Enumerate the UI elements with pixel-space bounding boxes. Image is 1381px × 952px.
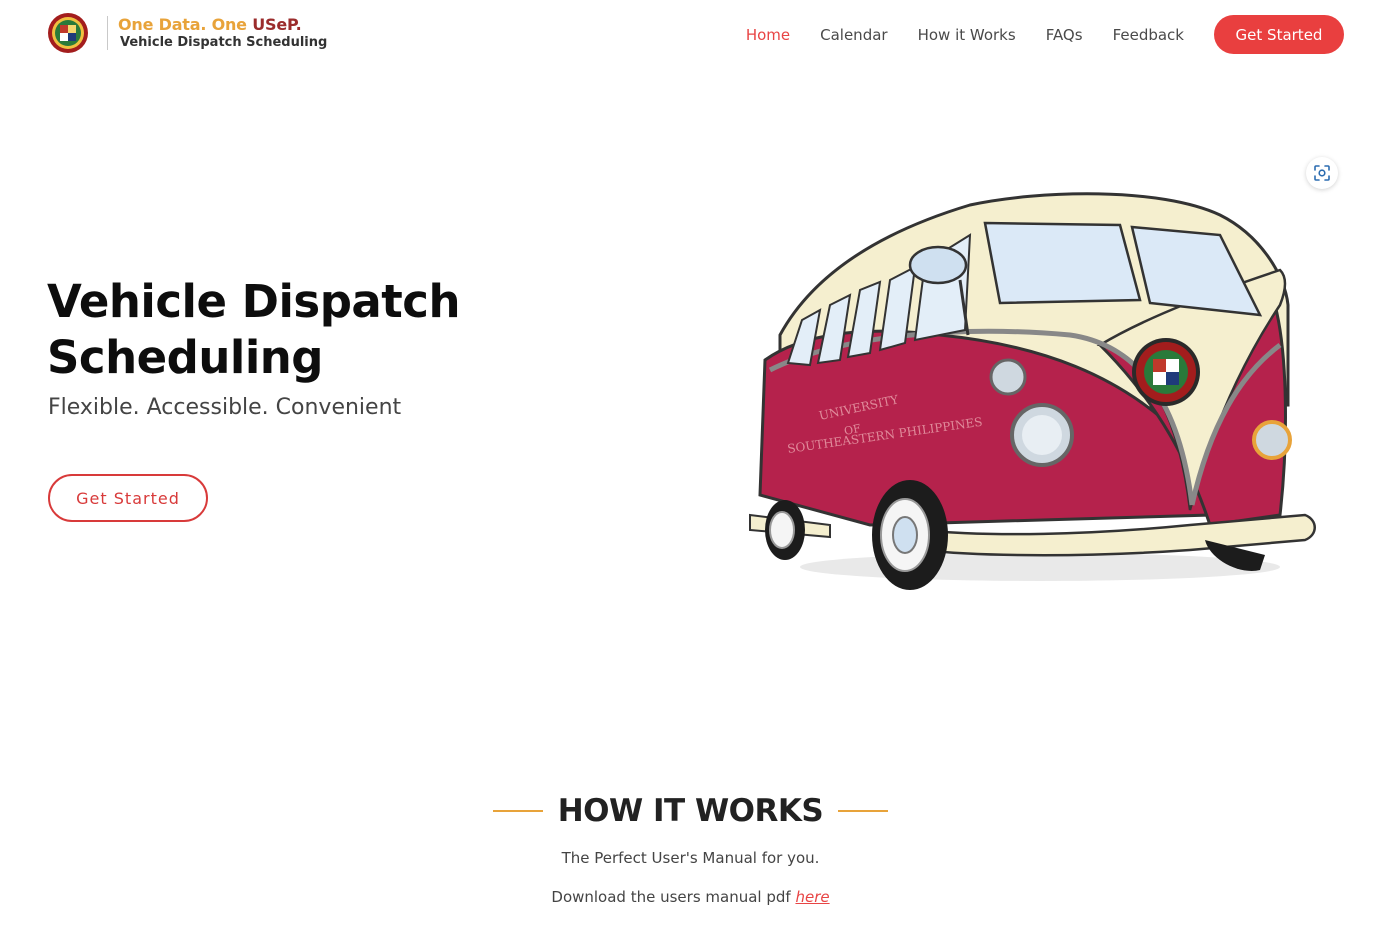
hero-title-line2: Scheduling — [47, 331, 324, 384]
nav-home[interactable]: Home — [746, 16, 790, 54]
heading-line-right — [838, 810, 889, 812]
main-nav: Home Calendar How it Works FAQs Feedback… — [716, 15, 1344, 54]
university-seal-icon — [48, 13, 88, 53]
header-get-started-button[interactable]: Get Started — [1214, 15, 1344, 54]
brand[interactable]: One Data. One USeP. Vehicle Dispatch Sch… — [47, 12, 327, 54]
lens-icon — [1314, 165, 1330, 181]
download-label: Download the users manual pdf — [551, 888, 796, 906]
hero-subtitle: Flexible. Accessible. Convenient — [48, 395, 402, 420]
site-header: One Data. One USeP. Vehicle Dispatch Sch… — [0, 0, 1381, 70]
brand-subtitle: Vehicle Dispatch Scheduling — [120, 35, 328, 50]
hero-title-line1: Vehicle Dispatch — [47, 275, 461, 328]
how-it-works-subtitle: The Perfect User's Manual for you. — [561, 849, 820, 867]
nav-faqs[interactable]: FAQs — [1046, 16, 1083, 54]
manual-download-link[interactable]: here — [795, 888, 829, 906]
heading-line-left — [492, 810, 543, 812]
how-it-works-title: HOW IT WORKS — [557, 793, 824, 829]
brand-tagline: One Data. One USeP. — [118, 15, 302, 34]
nav-calendar[interactable]: Calendar — [820, 16, 887, 54]
nav-feedback[interactable]: Feedback — [1113, 16, 1184, 54]
hero-get-started-button[interactable]: Get Started — [48, 474, 208, 522]
how-it-works-heading: HOW IT WORKS — [0, 793, 1381, 829]
hero-title: Vehicle Dispatch Scheduling — [47, 274, 527, 386]
van-illustration: UNIVERSITY OF SOUTHEASTERN PHILIPPINES — [749, 192, 1316, 590]
manual-download-text: Download the users manual pdf here — [0, 888, 1381, 906]
brand-divider — [107, 16, 108, 50]
nav-how-it-works[interactable]: How it Works — [918, 16, 1016, 54]
